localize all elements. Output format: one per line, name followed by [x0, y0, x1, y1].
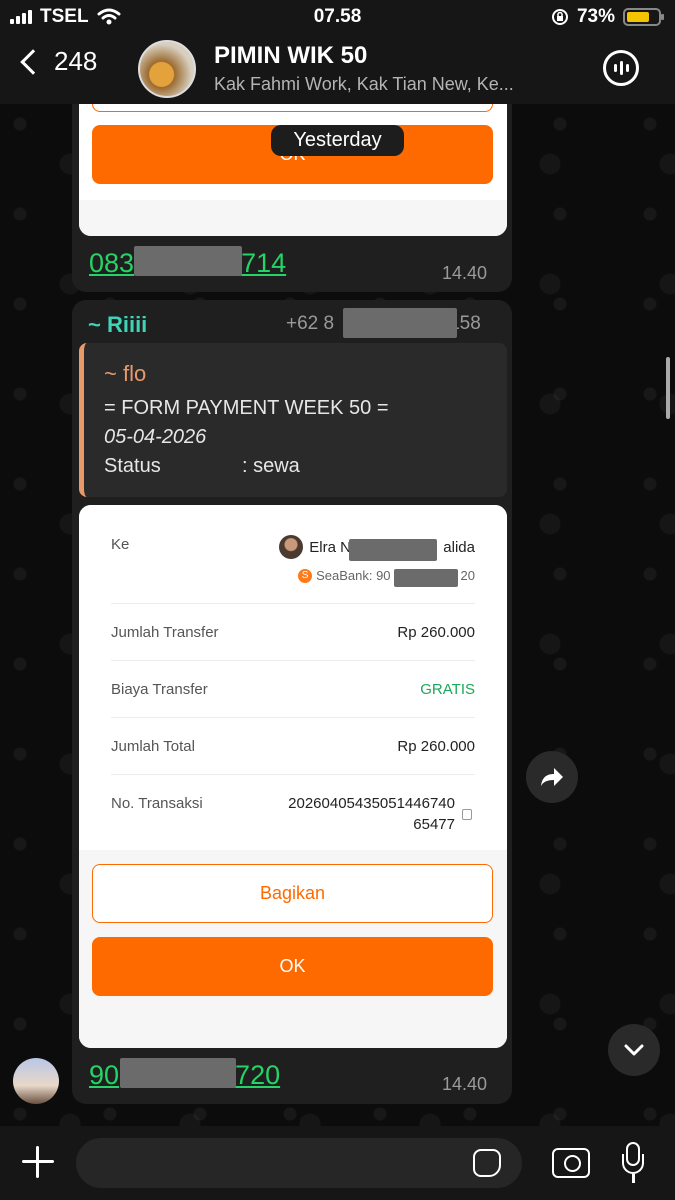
phone-start: 90	[89, 1060, 120, 1090]
composer-bar	[0, 1126, 675, 1200]
status-bar: TSEL 07.58 73%	[0, 0, 675, 34]
sender-avatar[interactable]	[13, 1058, 59, 1104]
chat-header: 248 PIMIN WIK 50 Kak Fahmi Work, Kak Tia…	[0, 34, 675, 104]
total-value: Rp 260.000	[397, 738, 475, 755]
transaction-number-line2: 65477	[413, 816, 455, 833]
recipient-name-end: alida	[443, 538, 475, 556]
transaction-number-line1: 20260405435051446740	[288, 795, 455, 812]
receipt-footer	[79, 200, 507, 236]
message-input[interactable]	[76, 1138, 522, 1188]
receipt-body: Ke Elra Ne alida S SeaBank: 90 20 Jumlah T…	[79, 505, 507, 850]
battery-icon	[623, 8, 664, 26]
quote-date: 05-04-2026	[104, 426, 207, 448]
scrollbar[interactable]	[666, 357, 670, 419]
camera-icon[interactable]	[552, 1148, 590, 1178]
forward-button[interactable]	[526, 751, 578, 803]
divider	[111, 774, 475, 775]
share-button-partial	[92, 104, 493, 112]
unread-count: 248	[54, 46, 98, 76]
ok-button: OK	[92, 937, 493, 996]
seabank-icon: S	[298, 568, 313, 583]
redaction-block	[343, 308, 457, 338]
bank-end: 20	[460, 568, 475, 583]
scroll-down-button[interactable]	[608, 1024, 660, 1076]
quoted-message[interactable]: ~ flo = FORM PAYMENT WEEK 50 = 05-04-202…	[79, 343, 507, 497]
chevron-left-icon	[20, 48, 46, 75]
phone-end: 720	[235, 1060, 281, 1090]
redaction-block	[120, 1058, 236, 1088]
transfer-fee-value: GRATIS	[420, 681, 475, 698]
quote-status-value: : sewa	[242, 455, 300, 477]
forward-arrow-icon	[541, 768, 563, 786]
group-members[interactable]: Kak Fahmi Work, Kak Tian New, Ke...	[214, 74, 514, 95]
rotation-lock-icon	[551, 9, 568, 25]
microphone-icon[interactable]	[622, 1142, 644, 1184]
transfer-fee-label: Biaya Transfer	[111, 681, 208, 698]
quote-author: ~ flo	[104, 361, 147, 386]
bank-start: SeaBank: 90	[316, 568, 391, 583]
chevron-down-icon	[624, 1044, 644, 1056]
status-right: 73%	[551, 6, 664, 28]
divider	[111, 660, 475, 661]
message-time: 14.40	[442, 263, 488, 283]
ok-label: OK	[279, 956, 306, 976]
recipient-avatar	[279, 535, 304, 559]
receipt-image[interactable]: Ke Elra Ne alida S SeaBank: 90 20 Jumlah T…	[79, 505, 507, 1048]
recipient-label: Ke	[111, 536, 130, 553]
copy-icon	[462, 809, 472, 820]
transfer-amount-label: Jumlah Transfer	[111, 624, 219, 641]
quote-status-label: Status	[104, 455, 161, 477]
transfer-amount-value: Rp 260.000	[397, 624, 475, 641]
redaction-block	[134, 246, 242, 276]
sender-name[interactable]: ~ Riiii	[88, 312, 147, 338]
message-time: 14.40	[442, 1074, 488, 1094]
total-label: Jumlah Total	[111, 738, 195, 755]
redaction-block	[394, 569, 458, 587]
phone-end: 714	[241, 248, 287, 278]
transaction-label: No. Transaksi	[111, 795, 203, 812]
voice-chat-button[interactable]	[603, 50, 639, 86]
divider	[111, 717, 475, 718]
attach-plus-button[interactable]	[20, 1144, 56, 1180]
battery-percent: 73%	[576, 6, 615, 27]
share-label: Bagikan	[259, 883, 326, 903]
sticker-icon[interactable]	[473, 1149, 501, 1177]
group-avatar[interactable]	[138, 40, 196, 98]
date-separator: Yesterday	[271, 125, 404, 156]
quote-line: = FORM PAYMENT WEEK 50 =	[104, 397, 389, 419]
back-button[interactable]: 248	[18, 46, 97, 77]
group-title[interactable]: PIMIN WIK 50	[214, 42, 367, 70]
share-button: Bagikan	[92, 864, 493, 923]
phone-start: 083	[89, 248, 135, 278]
receipt-image[interactable]: OK	[79, 104, 507, 236]
redaction-block	[349, 539, 437, 561]
divider	[111, 603, 475, 604]
sender-phone-start: +62 8	[286, 313, 335, 334]
